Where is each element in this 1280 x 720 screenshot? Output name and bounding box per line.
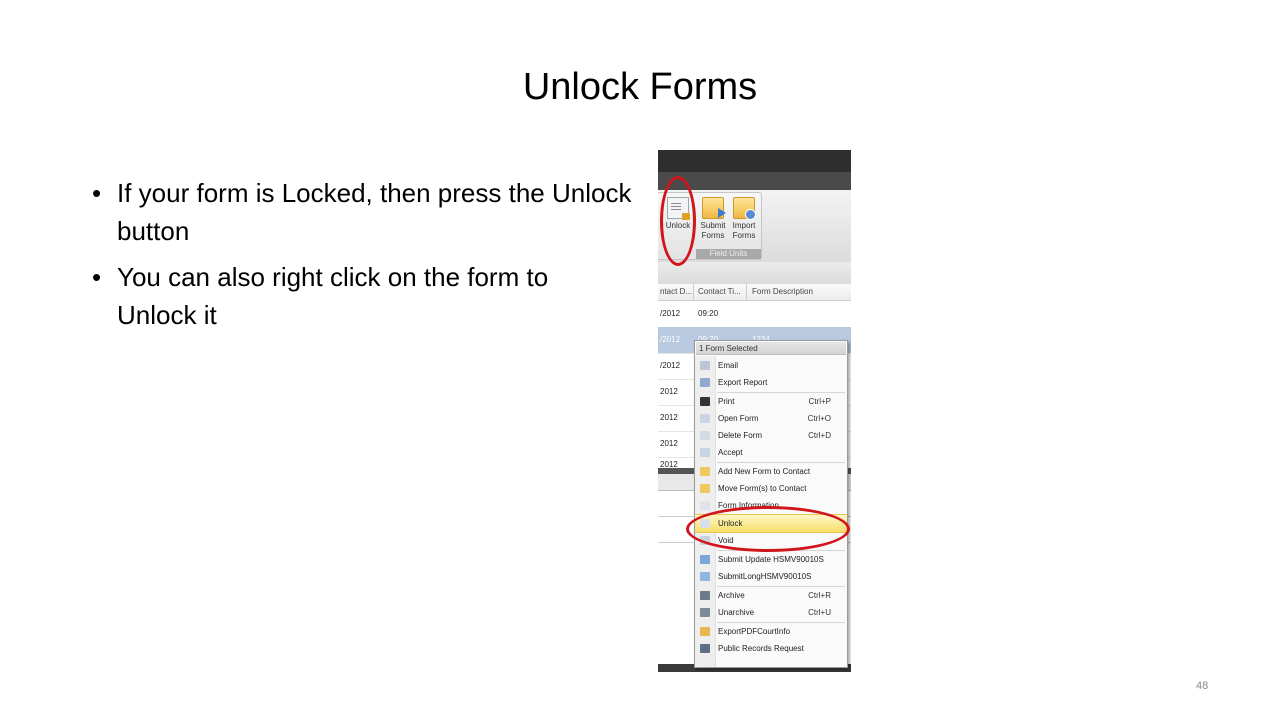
bullet-item: • If your form is Locked, then press the … [92,174,632,250]
cell-date: 2012 [660,387,678,396]
cell-date: /2012 [660,361,681,370]
submit-forms-label-2: Forms [701,231,725,240]
move-form-folder-icon [700,484,710,493]
context-menu: 1 Form Selected Email Export Report Prin… [694,340,848,668]
submit-long-icon [700,572,710,581]
submit-forms-label-1: Submit [700,221,726,230]
export-report-icon [700,378,710,387]
bullet-text: If your form is Locked, then press the U… [117,178,632,246]
column-divider[interactable] [746,284,747,300]
cell-date: /2012 [660,309,681,318]
context-menu-header: 1 Form Selected [696,342,846,355]
menu-item-move-forms[interactable]: Move Form(s) to Contact [695,480,847,497]
menu-item-open-form[interactable]: Open Form Ctrl+O [695,410,847,427]
toolbar-strip [658,262,851,285]
column-divider[interactable] [693,284,694,300]
annotation-circle-ribbon-unlock [660,176,696,266]
menu-item-accept[interactable]: Accept [695,444,847,461]
import-forms-label-2: Forms [732,231,756,240]
column-header-form-description[interactable]: Form Description [752,287,813,296]
cell-date: 2012 [660,439,678,448]
menu-item-add-new-form[interactable]: Add New Form to Contact [695,463,847,480]
submit-forms-button[interactable]: Submit Forms [698,197,728,241]
cell-date: 2012 [660,413,678,422]
delete-form-icon [700,431,710,440]
public-records-icon [700,644,710,653]
open-form-icon [700,414,710,423]
bullet-dot: • [92,262,102,292]
bullet-dot: • [92,178,102,208]
submit-update-icon [700,555,710,564]
form-info-icon [700,501,710,510]
menu-item-submit-update[interactable]: Submit Update HSMV90010S [695,551,847,568]
arrow-right-icon [718,208,726,218]
app-screenshot: Unlock Submit Forms Import Forms Field U… [658,150,851,672]
bullet-text: You can also right click on the form to … [117,262,549,330]
cell-date: /2012 [660,335,681,344]
annotation-circle-menu-unlock [686,506,850,552]
import-badge-icon [745,209,756,220]
column-header-contact-time[interactable]: Contact Ti... [698,287,741,296]
menu-item-export-report[interactable]: Export Report [695,374,847,391]
export-pdf-icon [700,627,710,636]
bullet-list: • If your form is Locked, then press the … [92,174,632,342]
table-row[interactable]: /2012 09:20 [658,301,851,328]
menu-item-print[interactable]: Print Ctrl+P [695,393,847,410]
bullet-item: • You can also right click on the form to… [92,258,632,334]
ribbon-group-label: Field Units [696,249,761,259]
menu-item-archive[interactable]: Archive Ctrl+R [695,587,847,604]
column-header-contact-date[interactable]: ntact D... [660,287,692,296]
menu-item-delete-form[interactable]: Delete Form Ctrl+D [695,427,847,444]
submit-folder-icon [702,197,726,219]
cell-time: 09:20 [698,309,719,318]
unarchive-icon [700,608,710,617]
menu-item-export-pdf-court-info[interactable]: ExportPDFCourtInfo [695,623,847,640]
import-folder-icon [733,197,756,220]
title-bar [658,150,851,172]
slide-title: Unlock Forms [522,66,758,108]
email-icon [700,361,710,370]
menu-item-public-records-request[interactable]: Public Records Request [695,640,847,657]
grid-header: ntact D... Contact Ti... Form Descriptio… [658,284,851,301]
printer-icon [700,397,710,406]
menu-item-submit-long[interactable]: SubmitLongHSMV90010S [695,568,847,585]
import-forms-label-1: Import [732,221,756,230]
menu-item-unarchive[interactable]: Unarchive Ctrl+U [695,604,847,621]
archive-icon [700,591,710,600]
accept-icon [700,448,710,457]
menu-item-email[interactable]: Email [695,357,847,374]
add-form-folder-icon [700,467,710,476]
import-forms-button[interactable]: Import Forms [729,197,759,241]
page-number: 48 [1196,680,1209,692]
